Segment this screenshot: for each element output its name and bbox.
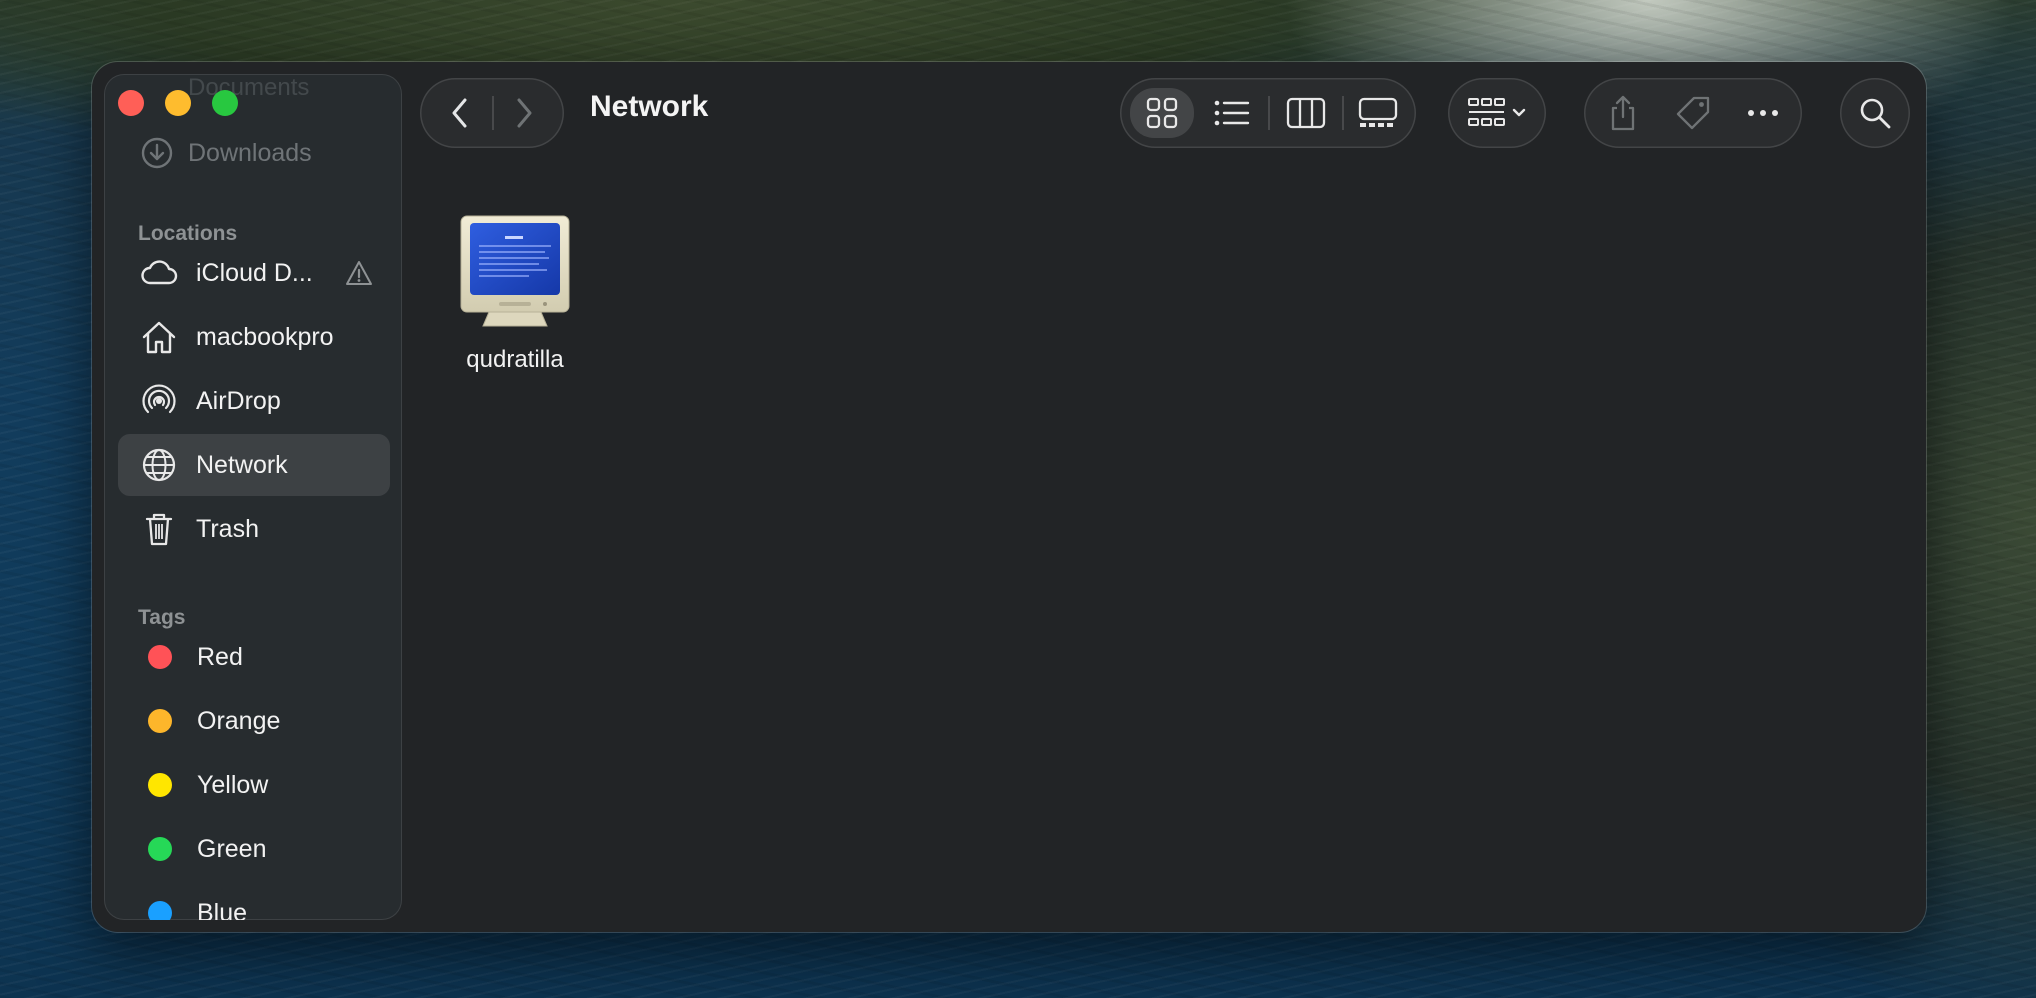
trash-icon	[138, 508, 180, 550]
group-button[interactable]	[1456, 86, 1538, 140]
toolbar-divider	[1268, 96, 1270, 130]
file-label: qudratilla	[466, 346, 564, 373]
tag-color-dot	[148, 709, 172, 733]
more-button[interactable]	[1732, 86, 1794, 140]
sidebar: Documents Downloads Locations iCloud D..…	[104, 74, 402, 920]
sidebar-item-trash[interactable]: Trash	[118, 498, 390, 560]
tag-button[interactable]	[1662, 86, 1724, 140]
tag-color-dot	[148, 773, 172, 797]
airdrop-icon	[138, 380, 180, 422]
sidebar-item-airdrop[interactable]: AirDrop	[118, 370, 390, 432]
list-view-button[interactable]	[1200, 88, 1264, 138]
sidebar-item-icloud[interactable]: iCloud D...	[118, 242, 390, 304]
sidebar-item-label: macbookpro	[196, 322, 334, 351]
share-icon	[1611, 95, 1635, 131]
back-button[interactable]	[432, 86, 488, 140]
cloud-icon	[138, 252, 180, 294]
tag-icon	[1676, 96, 1710, 130]
tag-color-dot	[148, 645, 172, 669]
sidebar-item-label: iCloud D...	[196, 258, 313, 287]
gallery-icon	[1358, 97, 1398, 127]
search-icon	[1860, 98, 1891, 129]
sidebar-item-label: Network	[196, 450, 288, 479]
toolbar-divider	[1342, 96, 1344, 130]
chevron-left-icon	[452, 98, 467, 128]
window-title: Network	[590, 90, 709, 123]
sidebar-item-label: Downloads	[188, 138, 312, 167]
column-view-button[interactable]	[1274, 88, 1338, 138]
monitor-icon	[460, 215, 570, 327]
download-icon	[141, 137, 173, 169]
sidebar-item-label: AirDrop	[196, 386, 281, 415]
sidebar-item-label: Yellow	[197, 770, 269, 799]
window-controls	[118, 90, 238, 116]
sidebar-tag-orange[interactable]: Orange	[118, 690, 390, 752]
sidebar-item-label: Blue	[197, 898, 248, 921]
sidebar-tag-red[interactable]: Red	[118, 626, 390, 688]
sidebar-item-macbookpro[interactable]: macbookpro	[118, 306, 390, 368]
tag-color-dot	[148, 837, 172, 861]
zoom-button[interactable]	[212, 90, 238, 116]
globe-icon	[138, 444, 180, 486]
forward-button[interactable]	[496, 86, 552, 140]
chevron-down-icon	[1512, 108, 1526, 117]
icon-view-button[interactable]	[1130, 88, 1194, 138]
file-item-qudratilla[interactable]: qudratilla	[452, 214, 578, 374]
minimize-button[interactable]	[165, 90, 191, 116]
tag-color-dot	[148, 901, 172, 920]
finder-window: Documents Downloads Locations iCloud D..…	[92, 62, 1926, 932]
share-button[interactable]	[1592, 86, 1654, 140]
sidebar-item-label: Red	[197, 642, 243, 671]
warning-icon	[346, 261, 372, 285]
columns-icon	[1286, 97, 1326, 129]
close-button[interactable]	[118, 90, 144, 116]
ellipsis-icon	[1748, 110, 1778, 116]
search-button[interactable]	[1846, 84, 1904, 142]
sidebar-item-downloads[interactable]: Downloads	[140, 136, 312, 170]
toolbar-divider	[492, 96, 494, 130]
sidebar-item-label: Green	[197, 834, 267, 863]
group-icon	[1468, 98, 1505, 126]
sidebar-item-label: Orange	[197, 706, 281, 735]
sidebar-item-label: Trash	[196, 514, 259, 543]
grid-icon	[1146, 97, 1178, 129]
sidebar-item-network[interactable]: Network	[118, 434, 390, 496]
sidebar-tag-blue[interactable]: Blue	[118, 882, 390, 920]
sidebar-tag-green[interactable]: Green	[118, 818, 390, 880]
sidebar-tag-yellow[interactable]: Yellow	[118, 754, 390, 816]
list-icon	[1214, 100, 1250, 126]
gallery-view-button[interactable]	[1346, 88, 1410, 138]
chevron-right-icon	[517, 98, 532, 128]
house-icon	[138, 316, 180, 358]
